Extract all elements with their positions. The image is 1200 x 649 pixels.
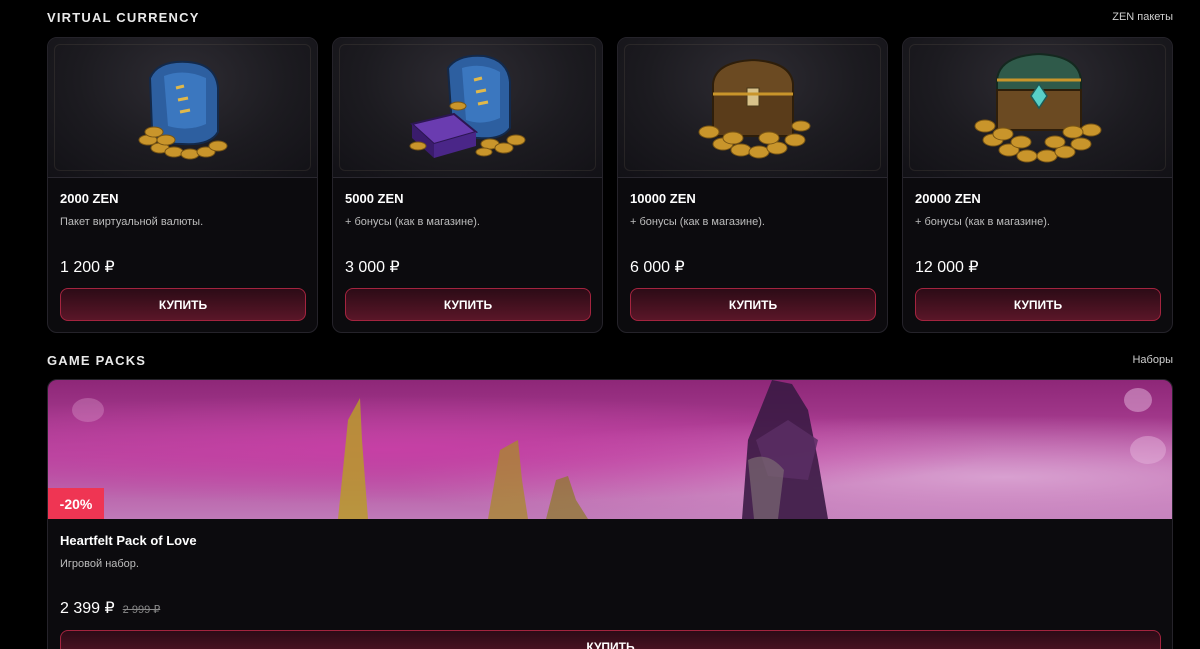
pack-price-group: 2 399 ₽ 2 999 ₽ [60, 598, 160, 618]
packs-link[interactable]: Наборы [1132, 354, 1173, 366]
pack-artwork [72, 380, 1166, 519]
card-price: 3 000 ₽ [345, 259, 400, 276]
zen-bag-box-icon [409, 54, 525, 158]
card-title: 20000 ZEN [915, 191, 981, 206]
card-image [333, 38, 602, 178]
card-price: 1 200 ₽ [60, 259, 115, 276]
card-title: 10000 ZEN [630, 191, 696, 206]
card-title: 2000 ZEN [60, 191, 119, 206]
pack-old-price: 2 999 ₽ [122, 604, 161, 616]
card-image [903, 38, 1172, 178]
virtual-currency-header: VIRTUAL CURRENCY ZEN пакеты [47, 7, 1173, 27]
buy-button[interactable]: КУПИТЬ [630, 288, 876, 321]
pack-title: Heartfelt Pack of Love [60, 533, 197, 548]
currency-card: 2000 ZEN Пакет виртуальной валюты. 1 200… [47, 37, 318, 333]
pack-price: 2 399 ₽ [60, 600, 115, 617]
currency-card: 5000 ZEN + бонусы (как в магазине). 3 00… [332, 37, 603, 333]
game-pack-card: -20% Heartfelt Pack of Love Игровой набо… [47, 379, 1173, 649]
card-image [618, 38, 887, 178]
card-image [48, 38, 317, 178]
buy-button[interactable]: КУПИТЬ [915, 288, 1161, 321]
currency-card: 20000 ZEN + бонусы (как в магазине). 12 … [902, 37, 1173, 333]
discount-badge: -20% [48, 488, 104, 519]
buy-button[interactable]: КУПИТЬ [60, 630, 1161, 649]
zen-jewel-chest-icon [974, 52, 1101, 162]
currency-card-list: 2000 ZEN Пакет виртуальной валюты. 1 200… [47, 37, 1173, 333]
zen-chest-icon [698, 58, 810, 158]
shop-page: VIRTUAL CURRENCY ZEN пакеты 2000 ZEN Пак… [0, 0, 1200, 649]
card-description: + бонусы (как в магазине). [630, 216, 765, 228]
card-description: + бонусы (как в магазине). [915, 216, 1050, 228]
game-packs-header: GAME PACKS Наборы [47, 350, 1173, 370]
pack-banner-image: -20% [48, 380, 1172, 519]
game-packs-title: GAME PACKS [47, 352, 147, 368]
card-title: 5000 ZEN [345, 191, 404, 206]
pack-description: Игровой набор. [60, 558, 139, 570]
card-description: + бонусы (как в магазине). [345, 216, 480, 228]
buy-button[interactable]: КУПИТЬ [345, 288, 591, 321]
currency-card: 10000 ZEN + бонусы (как в магазине). 6 0… [617, 37, 888, 333]
card-description: Пакет виртуальной валюты. [60, 216, 204, 228]
zen-packs-link[interactable]: ZEN пакеты [1112, 11, 1173, 23]
buy-button[interactable]: КУПИТЬ [60, 288, 306, 321]
virtual-currency-title: VIRTUAL CURRENCY [47, 9, 200, 25]
zen-bag-icon [138, 60, 227, 159]
card-price: 12 000 ₽ [915, 259, 979, 276]
card-price: 6 000 ₽ [630, 259, 685, 276]
